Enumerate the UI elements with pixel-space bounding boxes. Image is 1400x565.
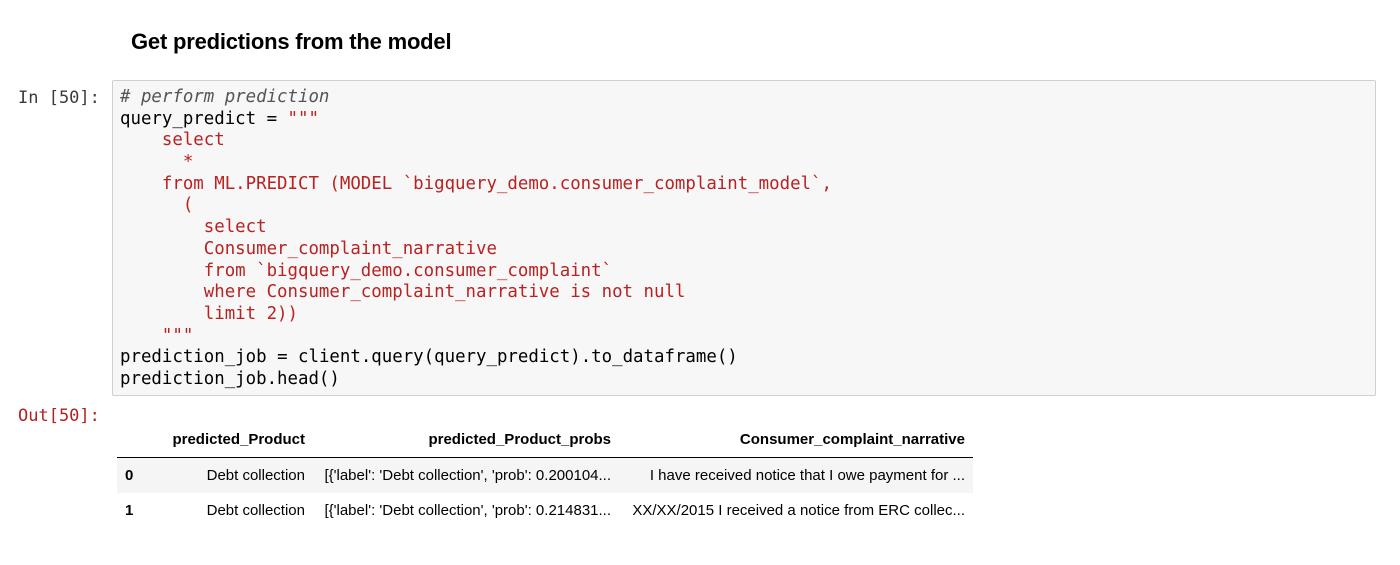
code-token: from `bigquery_demo.consumer_complaint` [120, 260, 613, 281]
code-token: prediction_job [120, 347, 278, 368]
code-line: * [120, 152, 832, 174]
code-token: ( [120, 195, 194, 216]
index-header [117, 421, 159, 458]
code-token: prediction_job.head() [120, 368, 340, 389]
code-line: prediction_job.head() [120, 369, 832, 391]
cell-predicted-product-probs: [{'label': 'Debt collection', 'prob': 0.… [324, 467, 611, 484]
dataframe-output-table: predicted_Product predicted_Product_prob… [117, 421, 973, 528]
section-heading: Get predictions from the model [131, 29, 452, 54]
row-index: 1 [125, 502, 134, 519]
code-cell[interactable]: # perform prediction query_predict = """ … [112, 80, 1376, 396]
code-token: where Consumer_complaint_narrative is no… [120, 282, 686, 303]
code-token: # perform prediction [120, 87, 330, 107]
code-line: limit 2)) [120, 304, 832, 326]
cell-predicted-product: Debt collection [206, 467, 305, 484]
code-line: select [120, 130, 832, 152]
code-line: # perform prediction [120, 87, 832, 109]
column-header-predicted-product-probs: predicted_Product_probs [428, 430, 611, 448]
code-token: Consumer_complaint_narrative [120, 238, 497, 259]
code-line: from `bigquery_demo.consumer_complaint` [120, 261, 832, 283]
code-line: select [120, 217, 832, 239]
column-header-consumer-complaint-narrative: Consumer_complaint_narrative [739, 430, 965, 448]
code-line: Consumer_complaint_narrative [120, 239, 832, 261]
code-token: limit 2)) [120, 303, 298, 324]
code-token: """ [120, 325, 194, 346]
code-line: query_predict = """ [120, 109, 832, 131]
code-token: """ [277, 108, 319, 129]
output-prompt: Out[50]: [18, 406, 100, 426]
code-token: = [266, 108, 278, 129]
code-editor[interactable]: # perform prediction query_predict = """ … [120, 87, 832, 391]
code-token: from ML.PREDICT (MODEL `bigquery_demo.co… [120, 173, 832, 194]
cell-consumer-complaint-narrative: XX/XX/2015 I received a notice from ERC … [632, 502, 965, 519]
code-line: where Consumer_complaint_narrative is no… [120, 282, 832, 304]
column-header-predicted-product: predicted_Product [172, 430, 305, 448]
cell-consumer-complaint-narrative: I have received notice that I owe paymen… [649, 467, 965, 484]
code-token: client.query(query_predict).to_dataframe… [287, 347, 738, 368]
code-token: = [277, 347, 288, 368]
code-line: prediction_job = client.query(query_pred… [120, 347, 832, 369]
code-token: query_predict [120, 108, 267, 129]
input-prompt: In [50]: [18, 88, 100, 108]
row-index: 0 [125, 467, 134, 484]
code-line: from ML.PREDICT (MODEL `bigquery_demo.co… [120, 174, 832, 196]
code-token: select [120, 130, 225, 151]
table-row: 1 Debt collection [{'label': 'Debt colle… [117, 493, 973, 528]
cell-predicted-product: Debt collection [206, 502, 305, 519]
code-line: ( [120, 195, 832, 217]
table-row: 0 Debt collection [{'label': 'Debt colle… [117, 457, 973, 493]
table-header-row: predicted_Product predicted_Product_prob… [117, 421, 973, 458]
code-token: select [120, 217, 267, 238]
code-token: * [120, 152, 194, 173]
cell-predicted-product-probs: [{'label': 'Debt collection', 'prob': 0.… [324, 502, 611, 519]
code-line: """ [120, 326, 832, 348]
